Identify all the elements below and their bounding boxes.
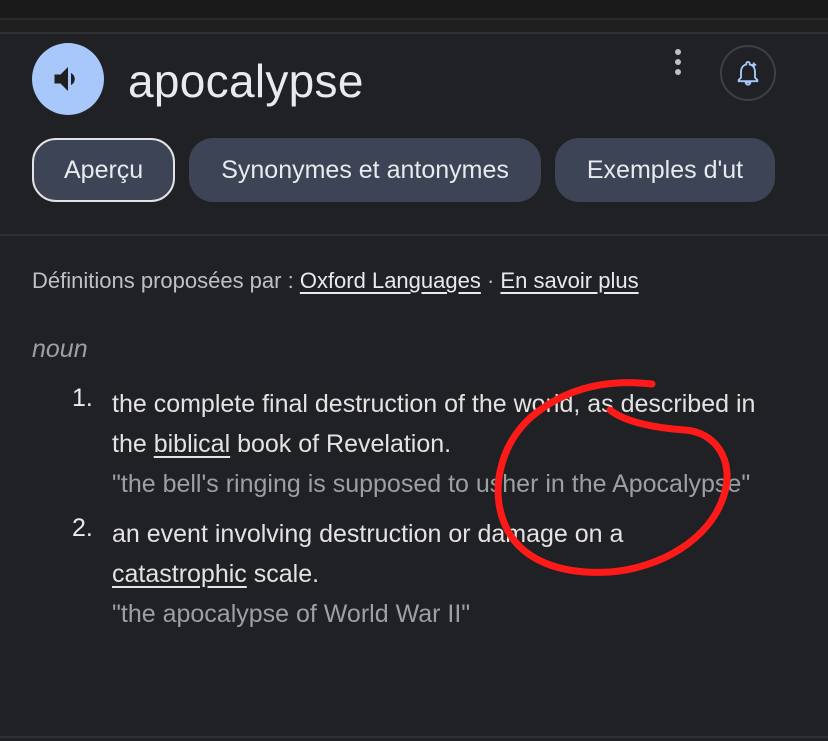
part-of-speech: noun — [32, 335, 88, 363]
bell-add-icon — [737, 60, 759, 86]
section-divider — [0, 234, 828, 236]
definition-text: the complete final destruction of the wo… — [112, 390, 756, 458]
definition-text: an event involving destruction or damage… — [112, 520, 624, 588]
learn-more-link[interactable]: En savoir plus — [500, 268, 638, 293]
speaker-icon — [54, 67, 75, 91]
pronunciation-button[interactable] — [32, 43, 104, 115]
tab-apercu[interactable]: Aperçu — [32, 138, 176, 202]
definition-number: 1. — [72, 384, 93, 412]
bottom-divider — [0, 736, 828, 738]
more-options-button[interactable] — [664, 44, 692, 80]
headword: apocalypse — [128, 55, 364, 107]
definition-source: Définitions proposées par : Oxford Langu… — [32, 268, 639, 294]
source-prefix: Définitions proposées par : — [32, 268, 300, 293]
dictionary-header: apocalypse — [32, 43, 363, 115]
definition-item: 2. an event involving destruction or dam… — [0, 514, 760, 634]
definition-number: 2. — [72, 514, 93, 542]
definition-example: "the bell's ringing is supposed to usher… — [112, 470, 751, 498]
catastrophic-link[interactable]: catastrophic — [112, 560, 247, 588]
biblical-link[interactable]: biblical — [154, 430, 230, 458]
top-strip — [0, 0, 828, 20]
source-separator: · — [480, 268, 501, 293]
alert-button[interactable] — [720, 45, 776, 101]
tab-synonymes[interactable]: Synonymes et antonymes — [189, 138, 541, 202]
definition-item: 1. the complete final destruction of the… — [0, 384, 760, 504]
more-vert-icon — [675, 49, 681, 75]
tab-bar: Aperçu Synonymes et antonymes Exemples d… — [32, 138, 776, 202]
definition-example: "the apocalypse of World War II" — [112, 600, 471, 628]
definitions-list: 1. the complete final destruction of the… — [0, 384, 828, 634]
tab-exemples[interactable]: Exemples d'ut — [554, 138, 776, 202]
oxford-languages-link[interactable]: Oxford Languages — [300, 268, 481, 293]
